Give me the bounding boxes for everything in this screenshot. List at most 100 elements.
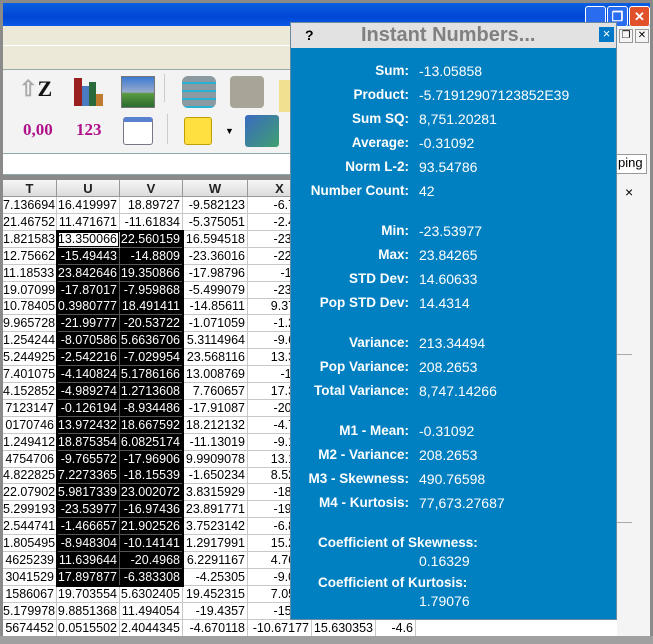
table-cell[interactable]: -4.670118 xyxy=(183,619,248,636)
table-cell[interactable]: 23.842646 xyxy=(57,264,120,282)
database-icon[interactable] xyxy=(182,76,216,108)
table-cell[interactable]: 23.568116 xyxy=(183,349,248,367)
table-cell[interactable]: 4625239 xyxy=(3,551,57,569)
table-cell[interactable]: 1.2713608 xyxy=(120,382,183,400)
table-cell[interactable]: 12.75662 xyxy=(3,247,57,265)
close-button[interactable]: ✕ xyxy=(629,6,650,27)
table-cell[interactable]: -7.029954 xyxy=(120,349,183,367)
table-cell[interactable]: 21.46752 xyxy=(3,213,57,231)
table-cell[interactable]: 16.419997 xyxy=(57,197,120,214)
table-cell[interactable]: 13.008769 xyxy=(183,366,248,383)
table-cell[interactable]: 19.452315 xyxy=(183,585,248,603)
table-cell[interactable]: 5.9817339 xyxy=(57,484,120,502)
table-cell[interactable]: 7.2273365 xyxy=(57,467,120,485)
table-cell[interactable]: 9.9909078 xyxy=(183,450,248,468)
table-cell[interactable]: 19.703554 xyxy=(57,585,120,603)
table-cell[interactable]: -1.650234 xyxy=(183,467,248,485)
table-cell[interactable]: 11.494054 xyxy=(120,602,183,620)
table-cell[interactable]: 1.249412 xyxy=(3,433,57,451)
table-cell[interactable]: -1.071059 xyxy=(183,315,248,333)
table-cell[interactable]: -15.49443 xyxy=(57,247,120,265)
table-cell[interactable]: -17.96906 xyxy=(120,450,183,468)
table-cell[interactable]: 16.594518 xyxy=(183,230,248,248)
table-cell[interactable]: 22.560159 xyxy=(120,230,183,248)
table-cell[interactable]: 1.821583 xyxy=(3,230,57,248)
table-cell[interactable]: -14.85611 xyxy=(183,298,248,316)
table-cell[interactable]: 18.212132 xyxy=(183,416,248,434)
side-close-icon[interactable]: × xyxy=(625,184,633,200)
table-cell[interactable]: 22.07902 xyxy=(3,484,57,502)
table-cell[interactable]: 18.89727 xyxy=(120,197,183,214)
table-cell[interactable]: 15.630353 xyxy=(312,619,376,636)
blank-icon[interactable] xyxy=(230,76,264,108)
table-cell[interactable]: 4.822825 xyxy=(3,467,57,485)
table-cell[interactable]: -18.15539 xyxy=(120,467,183,485)
table-cell[interactable]: 9.8851368 xyxy=(57,602,120,620)
table-cell[interactable]: 7.136694 xyxy=(3,197,57,214)
panel-close-button[interactable]: × xyxy=(599,27,614,42)
table-cell[interactable]: -7.959868 xyxy=(120,281,183,299)
table-cell[interactable]: 18.875354 xyxy=(57,433,120,451)
table-cell[interactable]: 13.350066 xyxy=(57,230,120,248)
table-cell[interactable]: -10.67177 xyxy=(248,619,312,636)
table-cell[interactable]: -8.070586 xyxy=(57,332,120,350)
org-chart-icon[interactable] xyxy=(123,117,153,145)
table-cell[interactable]: 21.902526 xyxy=(120,518,183,536)
side-tab[interactable]: ping xyxy=(615,154,647,174)
table-cell[interactable]: 7.401075 xyxy=(3,366,57,383)
table-cell[interactable]: 7.760657 xyxy=(183,382,248,400)
table-cell[interactable]: -17.87017 xyxy=(57,281,120,299)
table-cell[interactable]: 5.6636706 xyxy=(120,332,183,350)
table-cell[interactable]: 10.78405 xyxy=(3,298,57,316)
table-cell[interactable]: 2.544741 xyxy=(3,518,57,536)
table-cell[interactable]: 5.179978 xyxy=(3,602,57,620)
table-cell[interactable]: -16.97436 xyxy=(120,501,183,519)
table-grid-icon[interactable] xyxy=(184,117,212,145)
table-cell[interactable]: 13.972432 xyxy=(57,416,120,434)
table-cell[interactable]: -5.375051 xyxy=(183,213,248,231)
table-cell[interactable]: 3.8315929 xyxy=(183,484,248,502)
table-cell[interactable]: 3.7523142 xyxy=(183,518,248,536)
table-cell[interactable]: 18.667592 xyxy=(120,416,183,434)
picture-icon[interactable] xyxy=(121,76,155,108)
table-cell[interactable]: -9.582123 xyxy=(183,197,248,214)
sort-az-icon[interactable]: ⇧Z xyxy=(19,76,53,108)
column-header-V[interactable]: V xyxy=(120,180,183,197)
table-cell[interactable]: 1.2917991 xyxy=(183,535,248,552)
table-cell[interactable]: 11.18533 xyxy=(3,264,57,282)
table-cell[interactable]: 5.6302405 xyxy=(120,585,183,603)
table-cell[interactable]: -23.36016 xyxy=(183,247,248,265)
table-cell[interactable]: 7123147 xyxy=(3,399,57,417)
table-cell[interactable]: -6.383308 xyxy=(120,568,183,586)
number-format-button[interactable]: 123 xyxy=(76,120,102,140)
table-cell[interactable]: -11.13019 xyxy=(183,433,248,451)
table-cell[interactable]: -23.53977 xyxy=(57,501,120,519)
table-cell[interactable]: 6.2291167 xyxy=(183,551,248,569)
table-cell[interactable]: -21.99777 xyxy=(57,315,120,333)
table-cell[interactable]: 4754706 xyxy=(3,450,57,468)
bar-chart-icon[interactable] xyxy=(71,76,105,108)
paint-palette-icon[interactable] xyxy=(245,115,279,147)
table-cell[interactable]: -8.934486 xyxy=(120,399,183,417)
table-cell[interactable]: 17.897877 xyxy=(57,568,120,586)
dropdown-arrow-icon[interactable]: ▼ xyxy=(225,126,234,136)
table-cell[interactable]: 1.254244 xyxy=(3,332,57,350)
table-cell[interactable]: -4.25305 xyxy=(183,568,248,586)
table-cell[interactable]: -1.466657 xyxy=(57,518,120,536)
table-cell[interactable]: 3041529 xyxy=(3,568,57,586)
close-child-icon[interactable]: ✕ xyxy=(635,29,649,43)
table-cell[interactable]: 4.152852 xyxy=(3,382,57,400)
table-cell[interactable]: 6.0825174 xyxy=(120,433,183,451)
table-cell[interactable]: 9.965728 xyxy=(3,315,57,333)
table-cell[interactable]: 5.244925 xyxy=(3,349,57,367)
table-cell[interactable]: 1.805495 xyxy=(3,535,57,552)
table-cell[interactable]: -9.765572 xyxy=(57,450,120,468)
table-cell[interactable]: 1586067 xyxy=(3,585,57,603)
table-cell[interactable]: -5.499079 xyxy=(183,281,248,299)
table-cell[interactable]: 19.350866 xyxy=(120,264,183,282)
help-icon[interactable]: ? xyxy=(305,27,314,43)
table-cell[interactable]: 0.3980777 xyxy=(57,298,120,316)
table-cell[interactable]: 18.491411 xyxy=(120,298,183,316)
table-cell[interactable]: 5.299193 xyxy=(3,501,57,519)
table-cell[interactable]: -20.4968 xyxy=(120,551,183,569)
